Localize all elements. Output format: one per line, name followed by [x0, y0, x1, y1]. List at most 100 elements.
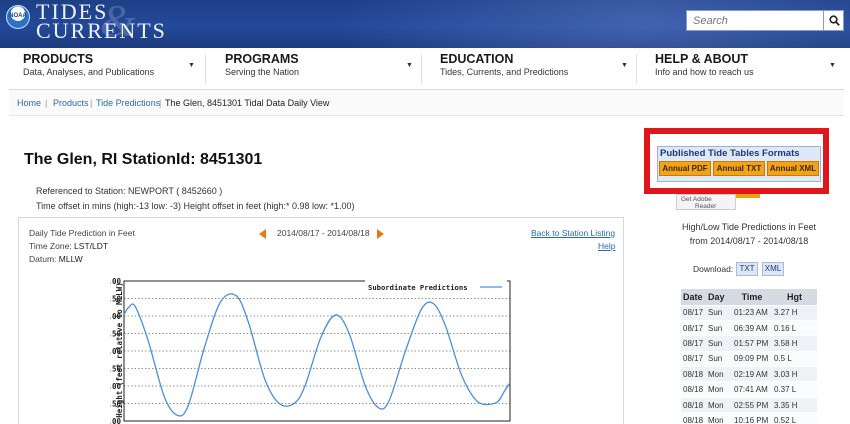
- breadcrumb-tide-predictions[interactable]: Tide Predictions: [96, 98, 160, 108]
- breadcrumb-products[interactable]: Products: [53, 98, 89, 108]
- cell-time: 02:19 AM: [732, 366, 772, 382]
- back-to-station-listing-link[interactable]: Back to Station Listing: [531, 228, 615, 238]
- nav-help-subtitle: Info and how to reach us: [655, 67, 754, 77]
- highlow-title: High/Low Tide Predictions in Feet: [681, 222, 817, 232]
- cell-day: Mon: [706, 412, 732, 424]
- nav-programs-subtitle: Serving the Nation: [225, 67, 300, 77]
- cell-time: 01:57 PM: [732, 335, 772, 352]
- datum-value: MLLW: [58, 254, 83, 264]
- cell-date: 08/18: [681, 366, 706, 382]
- breadcrumb-current: The Glen, 8451301 Tidal Data Daily View: [165, 98, 330, 108]
- column-header-time: Time: [732, 289, 772, 305]
- search-box: [686, 10, 824, 31]
- chart-legend: Subordinate Predictions: [365, 280, 507, 294]
- cell-day: Sun: [706, 304, 732, 321]
- cell-time: 02:55 PM: [732, 396, 772, 413]
- cell-day: Sun: [706, 319, 732, 336]
- column-header-height: Hgt: [772, 289, 817, 305]
- table-row: 08/17 Sun 06:39 AM 0.16 L: [681, 319, 817, 336]
- nav-products-title: PRODUCTS: [23, 52, 94, 66]
- cell-height: 3.27 H: [772, 304, 817, 321]
- breadcrumb-separator: |: [159, 98, 162, 108]
- cell-date: 08/18: [681, 412, 706, 424]
- cell-day: Mon: [706, 396, 732, 413]
- cell-height: 3.03 H: [772, 366, 817, 382]
- search-button[interactable]: [823, 10, 844, 31]
- datum-label: Datum:: [29, 254, 59, 264]
- nav-divider: [205, 54, 206, 84]
- help-link[interactable]: Help: [598, 241, 615, 251]
- chevron-down-icon: ▼: [188, 62, 195, 69]
- table-row: 08/17 Sun 01:23 AM 3.27 H: [681, 304, 817, 321]
- nav-education[interactable]: EDUCATION Tides, Currents, and Predictio…: [426, 48, 636, 90]
- highlow-table-body: 08/17 Sun 01:23 AM 3.27 H 08/17 Sun 06:39 AM 0.…: [681, 304, 817, 424]
- legend-series-label: Subordinate Predictions: [368, 283, 468, 292]
- table-row: 08/18 Mon 07:41 AM 0.37 L: [681, 381, 817, 398]
- breadcrumb: Home | Products | Tide Predictions | The…: [9, 90, 844, 116]
- nav-programs[interactable]: PROGRAMS Serving the Nation ▼: [211, 48, 420, 90]
- cell-height: 0.5 L: [772, 350, 817, 367]
- nav-programs-title: PROGRAMS: [225, 52, 299, 66]
- cell-height: 3.58 H: [772, 335, 817, 352]
- download-txt-button[interactable]: TXT: [736, 262, 758, 276]
- reference-station: Referenced to Station: NEWPORT ( 8452660…: [36, 186, 223, 196]
- noaa-logo-icon[interactable]: NOAA: [6, 5, 30, 29]
- timezone-value: LST/LDT: [74, 241, 109, 251]
- cell-time: 09:09 PM: [732, 350, 772, 367]
- column-header-day: Day: [706, 289, 732, 305]
- cell-height: 0.52 L: [772, 412, 817, 424]
- nav-products[interactable]: PRODUCTS Data, Analyses, and Publication…: [9, 48, 205, 90]
- annual-xml-button[interactable]: Annual XML: [767, 161, 819, 176]
- timezone-label: Time Zone:: [29, 241, 75, 251]
- highlow-date-range: from 2014/08/17 - 2014/08/18: [689, 236, 809, 246]
- download-label: Download:: [693, 264, 734, 274]
- cell-date: 08/18: [681, 381, 706, 398]
- breadcrumb-separator: |: [45, 98, 48, 108]
- cell-date: 08/17: [681, 335, 706, 352]
- series-line-subordinate-predictions: [123, 293, 511, 417]
- adobe-get-text: Get Adobe: [681, 196, 712, 203]
- cell-height: 0.16 L: [772, 319, 817, 336]
- search-icon: [829, 15, 840, 26]
- cell-time: 10:16 PM: [732, 412, 772, 424]
- adobe-reader-text: Reader: [695, 203, 717, 210]
- cell-date: 08/17: [681, 304, 706, 321]
- annual-pdf-button[interactable]: Annual PDF: [659, 161, 711, 176]
- breadcrumb-home[interactable]: Home: [17, 98, 41, 108]
- adobe-badge-stripe: [736, 194, 760, 198]
- nav-help-title: HELP & ABOUT: [655, 52, 749, 66]
- table-row: 08/18 Mon 02:55 PM 3.35 H: [681, 396, 817, 413]
- chevron-down-icon: ▼: [829, 62, 836, 69]
- cell-date: 08/17: [681, 350, 706, 367]
- annual-txt-button[interactable]: Annual TXT: [713, 161, 765, 176]
- site-header: NOAA & TIDES CURRENTS: [0, 0, 850, 48]
- breadcrumb-separator: |: [90, 98, 93, 108]
- timezone-row: Time Zone: LST/LDT: [29, 241, 108, 251]
- chevron-down-icon: ▼: [621, 62, 628, 69]
- nav-education-subtitle: Tides, Currents, and Predictions: [440, 67, 569, 77]
- tide-tables-title: Published Tide Tables Formats: [660, 148, 800, 159]
- cell-date: 08/18: [681, 396, 706, 413]
- column-header-date: Date: [681, 289, 706, 305]
- highlow-table: Date Day Time Hgt 08/17 Sun 01:23 AM 3.27 H…: [681, 289, 817, 424]
- cell-date: 08/17: [681, 319, 706, 336]
- page-title: The Glen, RI StationId: 8451301: [24, 151, 263, 168]
- cell-day: Mon: [706, 366, 732, 382]
- nav-products-subtitle: Data, Analyses, and Publications: [23, 67, 155, 77]
- chevron-down-icon: ▼: [406, 62, 413, 69]
- chart-y-label: Height (feet relative to MLLW): [115, 282, 124, 417]
- download-xml-button[interactable]: XML: [762, 262, 784, 276]
- search-input[interactable]: [687, 11, 824, 31]
- prediction-label: Daily Tide Prediction in Feet: [29, 228, 135, 238]
- table-header-row: Date Day Time Hgt: [681, 289, 817, 305]
- logo-currents-text[interactable]: CURRENTS: [36, 20, 167, 42]
- cell-day: Sun: [706, 350, 732, 367]
- tide-chart: 0.000.501.001.502.002.503.003.504.00 Hei…: [110, 277, 511, 424]
- nav-help-about[interactable]: HELP & ABOUT Info and how to reach us ▼: [641, 48, 844, 90]
- chart-grid: [123, 280, 511, 422]
- previous-date-arrow-icon[interactable]: [259, 229, 266, 239]
- next-date-arrow-icon[interactable]: [377, 229, 384, 239]
- table-row: 08/18 Mon 02:19 AM 3.03 H: [681, 366, 817, 382]
- adobe-reader-badge[interactable]: Get Adobe Reader: [676, 194, 736, 210]
- cell-day: Mon: [706, 381, 732, 398]
